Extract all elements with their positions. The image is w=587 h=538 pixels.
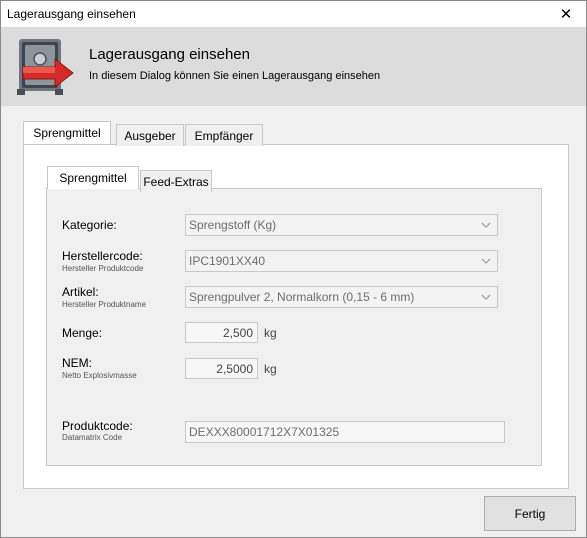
nem-field[interactable]: 2,5000 <box>185 358 258 379</box>
menge-unit: kg <box>264 326 277 340</box>
dialog-window: Lagerausgang einsehen ✕ Lagerausgang ein… <box>0 0 587 538</box>
tab-sprengmittel[interactable]: Sprengmittel <box>23 121 111 144</box>
title-bar: Lagerausgang einsehen ✕ <box>1 1 586 27</box>
close-button[interactable]: ✕ <box>546 1 586 27</box>
tab-empfaenger[interactable]: Empfänger <box>185 124 263 146</box>
artikel-label: Artikel: <box>62 285 99 299</box>
kategorie-value: Sprengstoff (Kg) <box>189 218 277 232</box>
artikel-sublabel: Hersteller Produktname <box>62 300 147 309</box>
herstellercode-label: Herstellercode: <box>62 249 143 263</box>
window-title: Lagerausgang einsehen <box>7 7 136 21</box>
herstellercode-sublabel: Hersteller Produktcode <box>62 264 144 273</box>
chevron-down-icon <box>481 222 491 228</box>
done-button[interactable]: Fertig <box>484 496 576 531</box>
produktcode-field[interactable]: DEXXX80001712X7X01325 <box>185 421 505 443</box>
kategorie-label: Kategorie: <box>62 218 117 232</box>
nem-label: NEM: <box>62 356 92 370</box>
dialog-header: Lagerausgang einsehen In diesem Dialog k… <box>1 27 586 106</box>
header-title: Lagerausgang einsehen <box>89 46 250 63</box>
safe-export-icon <box>17 39 74 95</box>
nem-unit: kg <box>264 362 277 376</box>
produktcode-sublabel: Datamatrix Code <box>62 433 123 442</box>
nem-sublabel: Netto Explosivmasse <box>62 371 137 380</box>
close-icon: ✕ <box>559 6 573 23</box>
kategorie-select[interactable]: Sprengstoff (Kg) <box>185 214 498 236</box>
menge-field[interactable]: 2,500 <box>185 322 258 343</box>
tab-feed-extras[interactable]: Feed-Extras <box>140 170 212 192</box>
chevron-down-icon <box>481 258 491 264</box>
artikel-select[interactable]: Sprengpulver 2, Normalkorn (0,15 - 6 mm) <box>185 286 498 308</box>
header-subtitle: In diesem Dialog können Sie einen Lagera… <box>89 70 381 82</box>
artikel-value: Sprengpulver 2, Normalkorn (0,15 - 6 mm) <box>189 290 415 304</box>
tab-inner-sprengmittel[interactable]: Sprengmittel <box>47 166 139 189</box>
chevron-down-icon <box>481 294 491 300</box>
produktcode-label: Produktcode: <box>62 419 133 433</box>
herstellercode-value: IPC1901XX40 <box>189 254 266 268</box>
menge-label: Menge: <box>62 326 103 340</box>
herstellercode-select[interactable]: IPC1901XX40 <box>185 250 498 272</box>
tab-ausgeber[interactable]: Ausgeber <box>116 124 184 146</box>
